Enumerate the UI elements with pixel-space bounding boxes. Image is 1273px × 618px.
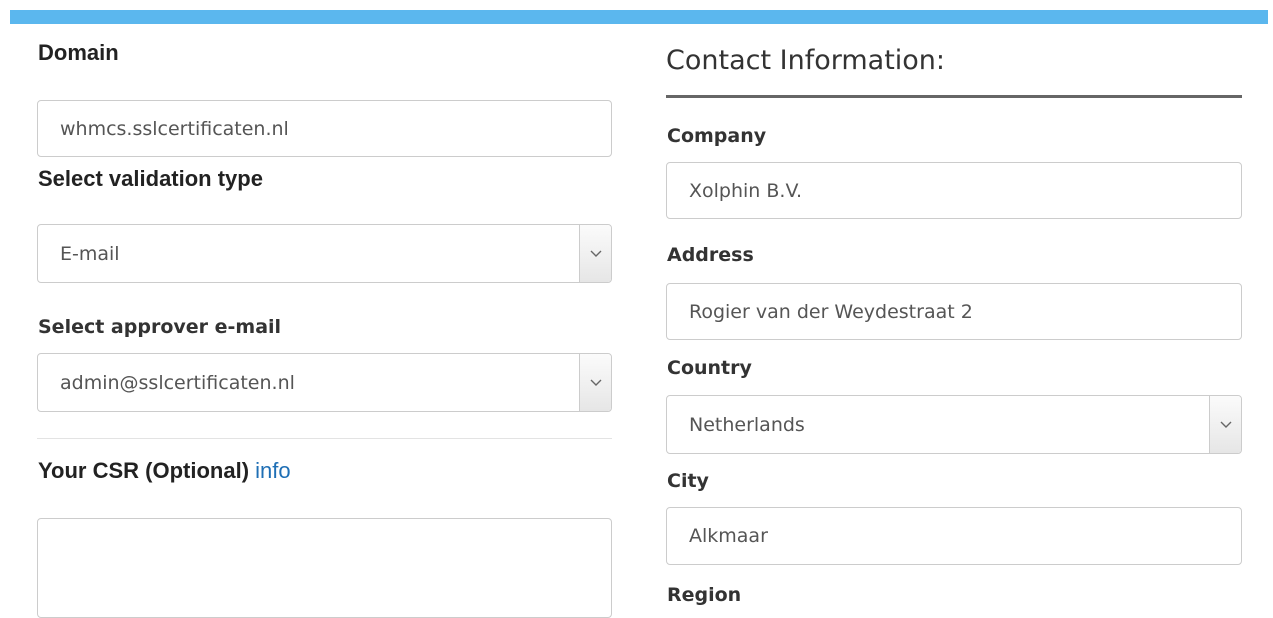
validation-type-select[interactable]: E-mail [37,224,612,283]
contact-information-heading: Contact Information: [666,45,946,76]
validation-type-value: E-mail [60,242,120,265]
address-value: Rogier van der Weydestraat 2 [689,300,973,323]
country-value: Netherlands [689,413,805,436]
approver-email-select[interactable]: admin@sslcertificaten.nl [37,353,612,412]
company-label: Company [667,125,767,147]
domain-label: Domain [38,40,119,65]
city-value: Alkmaar [689,525,768,547]
region-label: Region [667,584,742,606]
approver-email-value: admin@sslcertificaten.nl [60,371,295,394]
csr-label-text: Your CSR (Optional) [38,458,250,483]
csr-label: Your CSR (Optional) info [38,458,291,484]
top-accent-bar [10,10,1268,24]
address-label: Address [667,244,754,266]
validation-type-label: Select validation type [38,166,263,191]
csr-textarea[interactable] [37,518,612,618]
country-label: Country [667,357,752,379]
csr-info-link[interactable]: info [255,458,290,483]
country-select[interactable]: Netherlands [666,395,1242,454]
heading-underline [666,95,1242,98]
domain-input[interactable]: whmcs.sslcertificaten.nl [37,100,612,157]
address-input[interactable]: Rogier van der Weydestraat 2 [666,283,1242,340]
chevron-down-icon[interactable] [579,225,611,282]
domain-value: whmcs.sslcertificaten.nl [60,117,289,140]
city-label: City [667,470,709,492]
city-input[interactable]: Alkmaar [666,507,1242,565]
chevron-down-icon[interactable] [579,354,611,411]
chevron-down-icon[interactable] [1209,396,1241,453]
company-value: Xolphin B.V. [689,179,803,202]
company-input[interactable]: Xolphin B.V. [666,162,1242,219]
section-divider [37,438,612,439]
approver-email-label: Select approver e-mail [38,316,282,338]
